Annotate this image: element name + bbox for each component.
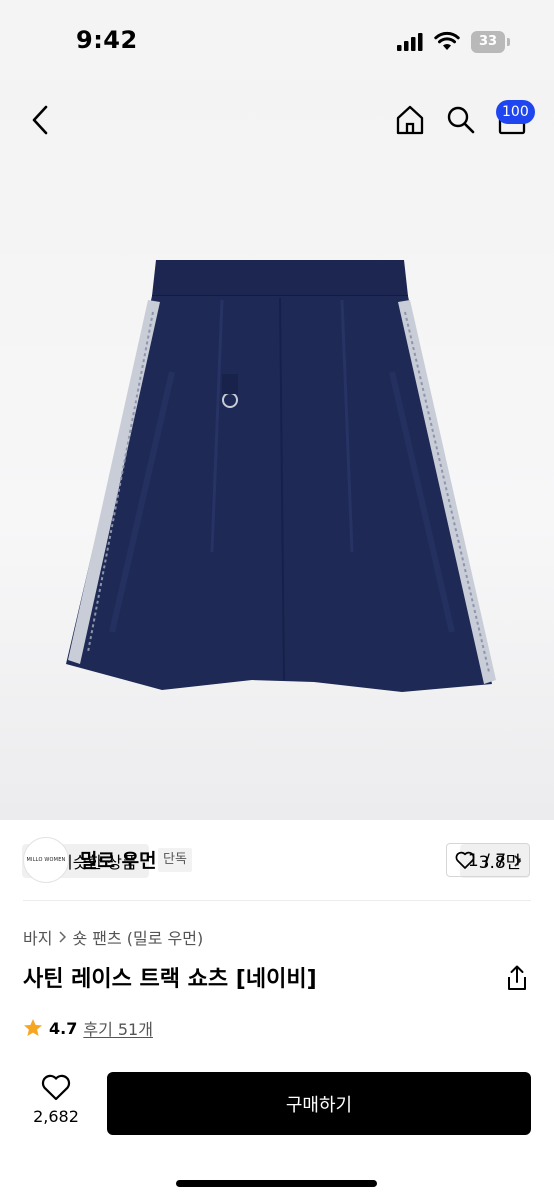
share-icon bbox=[508, 965, 526, 990]
home-button[interactable] bbox=[392, 102, 428, 138]
brand-name[interactable]: 밀로 우먼 bbox=[80, 846, 157, 873]
share-button[interactable] bbox=[503, 964, 531, 992]
cart-count-badge: 100 bbox=[496, 100, 535, 124]
home-icon bbox=[396, 105, 424, 135]
breadcrumb-subcategory[interactable]: 숏 팬츠 (밀로 우먼) bbox=[72, 925, 203, 949]
buy-button[interactable]: 구매하기 bbox=[107, 1072, 531, 1135]
wishlist-button[interactable]: 2,682 bbox=[24, 1074, 88, 1134]
heart-icon bbox=[455, 851, 475, 869]
search-button[interactable] bbox=[443, 102, 479, 138]
review-count-link[interactable]: 후기 51개 bbox=[83, 1016, 153, 1040]
status-bar: 9:42 33 bbox=[0, 0, 554, 80]
heart-icon bbox=[41, 1074, 71, 1101]
rating-value: 4.7 bbox=[49, 1018, 78, 1038]
back-button[interactable] bbox=[24, 100, 56, 140]
product-image bbox=[66, 260, 496, 692]
product-rating: 4.7 후기 51개 bbox=[23, 1016, 153, 1040]
chevron-right-icon bbox=[59, 931, 67, 943]
breadcrumb-category[interactable]: 바지 bbox=[23, 925, 52, 949]
breadcrumb: 바지 숏 팬츠 (밀로 우먼) bbox=[23, 925, 203, 949]
brand-logo[interactable]: MILLO WOMEN bbox=[23, 837, 69, 883]
brand-like-button[interactable]: 3.8만 bbox=[446, 843, 530, 877]
brand-like-count: 3.8만 bbox=[478, 852, 522, 873]
battery-icon: 33 bbox=[471, 31, 511, 53]
wishlist-count: 2,682 bbox=[33, 1107, 79, 1126]
battery-level: 33 bbox=[478, 34, 498, 49]
status-time: 9:42 bbox=[76, 26, 138, 54]
wifi-icon bbox=[434, 31, 460, 50]
divider bbox=[23, 900, 531, 901]
product-gallery[interactable]: 비슷한 상품 1 / 7 bbox=[0, 80, 554, 878]
home-indicator bbox=[176, 1180, 377, 1187]
search-icon bbox=[447, 106, 475, 134]
cellular-signal-icon bbox=[397, 33, 423, 51]
product-title: 사틴 레이스 트랙 쇼츠 [네이비] bbox=[23, 967, 317, 992]
brand-logo-text: MILLO WOMEN bbox=[26, 857, 66, 863]
star-icon bbox=[24, 1019, 42, 1036]
chevron-left-icon bbox=[32, 105, 48, 135]
exclusive-badge: 단독 bbox=[158, 848, 192, 872]
